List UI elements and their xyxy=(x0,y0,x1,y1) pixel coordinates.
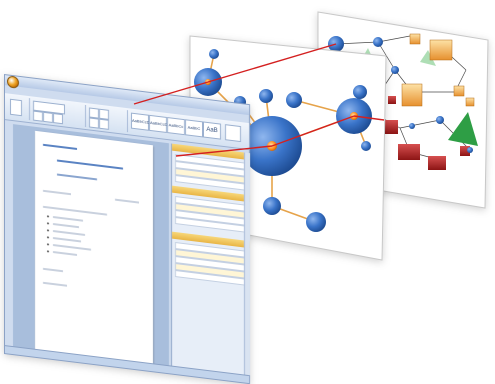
style-gallery-item[interactable]: AaBbCc xyxy=(167,117,185,136)
network-node xyxy=(361,141,371,151)
document-page[interactable] xyxy=(35,130,153,366)
style-gallery-item[interactable]: AaBbC xyxy=(185,119,203,138)
bullet xyxy=(47,222,49,225)
text-line xyxy=(115,198,139,204)
network-node xyxy=(259,89,273,103)
heading-line xyxy=(43,143,77,150)
clipboard-group xyxy=(7,95,30,121)
paragraph-group xyxy=(87,105,128,133)
network-node xyxy=(306,212,326,232)
font-group xyxy=(31,98,86,128)
text-line xyxy=(43,281,67,287)
network-node xyxy=(263,197,281,215)
underline-button[interactable] xyxy=(53,113,63,125)
task-pane xyxy=(171,143,250,376)
text-line xyxy=(43,189,71,196)
highlight-node xyxy=(205,79,211,85)
align-left-button[interactable] xyxy=(89,117,99,129)
style-gallery-item[interactable]: AaBbCcDc xyxy=(149,114,170,134)
highlight-node xyxy=(350,112,358,120)
bullet xyxy=(47,236,49,239)
text-line xyxy=(53,216,83,222)
bullet xyxy=(47,250,49,253)
style-gallery-item[interactable]: AaB xyxy=(203,121,221,140)
italic-button[interactable] xyxy=(43,111,53,124)
word-window: AaBbCcDc AaBbCcDc AaBbCc AaBbC AaB xyxy=(4,74,250,384)
text-line xyxy=(53,223,79,229)
align-center-button[interactable] xyxy=(99,118,109,130)
change-styles-button[interactable] xyxy=(225,124,241,143)
illustration: AaBbCcDc AaBbCcDc AaBbCc AaBbC AaB xyxy=(0,0,495,384)
bullet xyxy=(47,215,49,218)
subheading-line xyxy=(57,159,123,170)
bullet xyxy=(47,243,49,246)
style-gallery-item[interactable]: AaBbCcDc xyxy=(131,112,152,131)
network-node xyxy=(286,92,302,108)
text-line xyxy=(43,267,63,273)
bold-button[interactable] xyxy=(33,110,43,122)
network-node xyxy=(353,85,367,99)
text-line xyxy=(43,205,107,216)
text-line xyxy=(57,173,97,181)
highlight-node xyxy=(267,141,277,151)
text-line xyxy=(53,230,85,236)
word-frame: AaBbCcDc AaBbCcDc AaBbCc AaBbC AaB xyxy=(4,74,250,384)
text-line xyxy=(53,251,77,256)
text-line xyxy=(53,237,81,243)
bullet xyxy=(47,229,49,232)
network-node xyxy=(209,49,219,59)
text-line xyxy=(53,244,91,251)
task-pane-scrollbar[interactable] xyxy=(244,152,250,376)
document-area xyxy=(13,124,169,366)
paste-button[interactable] xyxy=(10,98,22,117)
